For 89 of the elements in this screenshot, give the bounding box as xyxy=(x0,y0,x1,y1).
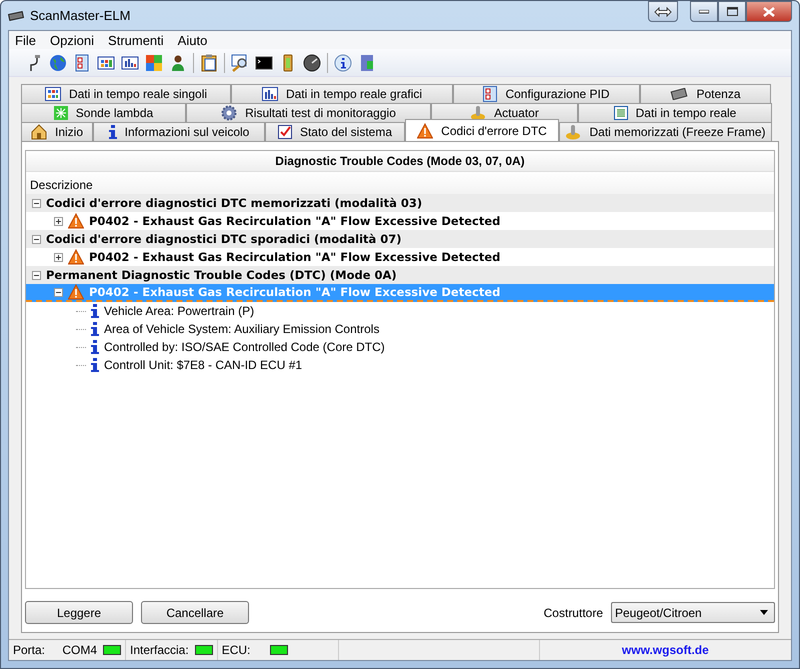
maximize-icon xyxy=(726,7,738,16)
warning-icon xyxy=(68,249,84,265)
window-title: ScanMaster-ELM xyxy=(30,8,132,23)
exit-door-icon[interactable] xyxy=(358,54,376,72)
warning-icon xyxy=(417,122,434,138)
color-tiles-icon[interactable] xyxy=(145,54,163,72)
grid-icon[interactable] xyxy=(97,54,115,72)
collapse-icon[interactable] xyxy=(32,270,41,280)
expand-icon[interactable] xyxy=(54,252,63,262)
chip-icon xyxy=(670,88,688,100)
tab[interactable]: Inizio xyxy=(21,122,93,141)
menu-item[interactable]: Opzioni xyxy=(44,32,102,48)
tab[interactable]: Dati memorizzati (Freeze Frame) xyxy=(559,122,772,141)
status-text: COM4 xyxy=(62,643,97,657)
tab[interactable]: Configurazione PID xyxy=(453,84,640,103)
tree-row[interactable]: Permanent Diagnostic Trouble Codes (DTC) (Mode 0A) xyxy=(26,266,774,284)
menu-item[interactable]: Strumenti xyxy=(102,32,172,48)
tree-label: Codici d'errore diagnostici DTC memorizzati (modalità 03) xyxy=(46,196,422,210)
menu-item[interactable]: Aiuto xyxy=(172,32,216,48)
bar-chart-icon xyxy=(262,87,278,101)
close-icon xyxy=(763,6,775,16)
checkbox-icon xyxy=(278,125,292,139)
warning-icon xyxy=(68,284,84,300)
terminal-icon[interactable] xyxy=(255,54,273,72)
tab[interactable]: Stato del sistema xyxy=(265,122,405,141)
grid-icon xyxy=(44,87,61,101)
status-label: Porta: xyxy=(13,643,46,657)
tree-label: Area of Vehicle System: Auxiliary Emission Controls xyxy=(104,322,380,336)
list-icon xyxy=(614,106,628,120)
gauge-icon[interactable] xyxy=(303,54,321,72)
magnifier-icon[interactable] xyxy=(231,54,249,72)
collapse-icon[interactable] xyxy=(32,198,41,208)
tab[interactable]: Risultati test di monitoraggio xyxy=(186,103,431,122)
website-link[interactable]: www.wgsoft.de xyxy=(622,643,709,657)
globe-icon[interactable] xyxy=(49,54,67,72)
action-button[interactable]: Cancellare xyxy=(141,601,249,624)
minimize-button[interactable] xyxy=(690,1,718,22)
tree-label: Controll Unit: $7E8 - CAN-ID ECU #1 xyxy=(104,358,302,372)
minimize-icon xyxy=(699,10,709,14)
action-button[interactable]: Leggere xyxy=(25,601,133,624)
tab[interactable]: Codici d'errore DTC xyxy=(405,119,559,141)
status-label: ECU: xyxy=(222,643,250,657)
info-icon xyxy=(91,304,99,318)
tree-row[interactable]: Codici d'errore diagnostici DTC memorizzati (modalità 03) xyxy=(26,194,774,212)
house-icon xyxy=(30,124,47,140)
manufacturer-dropdown[interactable]: Peugeot/Citroen xyxy=(611,602,775,623)
status-label: Interfaccia: xyxy=(130,643,189,657)
expand-icon[interactable] xyxy=(54,216,63,226)
checklist-icon xyxy=(483,86,498,102)
gear-icon xyxy=(221,105,238,121)
tree-row[interactable]: P0402 - Exhaust Gas Recirculation "A" Flow Excessive Detected xyxy=(26,248,774,266)
tree-row[interactable]: Controll Unit: $7E8 - CAN-ID ECU #1 xyxy=(26,356,774,374)
warning-icon xyxy=(68,213,84,229)
info-icon xyxy=(108,125,117,139)
tree-label: Controlled by: ISO/SAE Controlled Code (Core DTC) xyxy=(104,340,385,354)
checklist-icon[interactable] xyxy=(73,54,91,72)
menu-item[interactable]: File xyxy=(9,32,44,48)
tree-row[interactable]: Area of Vehicle System: Auxiliary Emission Controls xyxy=(26,320,774,338)
close-button[interactable] xyxy=(746,1,792,22)
info-icon[interactable] xyxy=(334,54,352,72)
collapse-icon[interactable] xyxy=(32,234,41,244)
tree-label: Codici d'errore diagnostici DTC sporadici (modalità 07) xyxy=(46,232,402,246)
maximize-button[interactable] xyxy=(718,1,746,22)
tab[interactable]: Sonde lambda xyxy=(21,103,186,122)
info-icon xyxy=(91,322,99,336)
tab[interactable]: Dati in tempo reale xyxy=(578,103,772,122)
tree-row[interactable]: Vehicle Area: Powertrain (P) xyxy=(26,302,774,320)
tab[interactable]: Potenza xyxy=(640,84,771,103)
tree-label: P0402 - Exhaust Gas Recirculation "A" Flow Excessive Detected xyxy=(89,285,500,299)
manufacturer-label: Costruttore xyxy=(544,606,603,620)
clipboard-icon[interactable] xyxy=(200,54,218,72)
tree-label: P0402 - Exhaust Gas Recirculation "A" Flow Excessive Detected xyxy=(89,214,500,228)
info-icon xyxy=(91,358,99,372)
tree-row[interactable]: Codici d'errore diagnostici DTC sporadici (modalità 07) xyxy=(26,230,774,248)
chip-icon xyxy=(8,10,24,22)
bar-chart-icon[interactable] xyxy=(121,54,139,72)
info-icon xyxy=(91,340,99,354)
collapse-icon[interactable] xyxy=(54,288,63,296)
tab[interactable]: Dati in tempo reale singoli xyxy=(21,84,231,103)
person-icon[interactable] xyxy=(169,54,187,72)
tree-label: Vehicle Area: Powertrain (P) xyxy=(104,304,254,318)
tab[interactable]: Dati in tempo reale grafici xyxy=(231,84,453,103)
sparkle-icon xyxy=(54,106,68,120)
tab[interactable]: Informazioni sul veicolo xyxy=(93,122,265,141)
caret-icon xyxy=(760,610,768,615)
tree-row[interactable]: Controlled by: ISO/SAE Controlled Code (Core DTC) xyxy=(26,338,774,356)
tree-label: Permanent Diagnostic Trouble Codes (DTC) (Mode 0A) xyxy=(46,268,397,282)
tree-row[interactable]: P0402 - Exhaust Gas Recirculation "A" Flow Excessive Detected xyxy=(26,212,774,230)
tree-label: P0402 - Exhaust Gas Recirculation "A" Flow Excessive Detected xyxy=(89,250,500,264)
